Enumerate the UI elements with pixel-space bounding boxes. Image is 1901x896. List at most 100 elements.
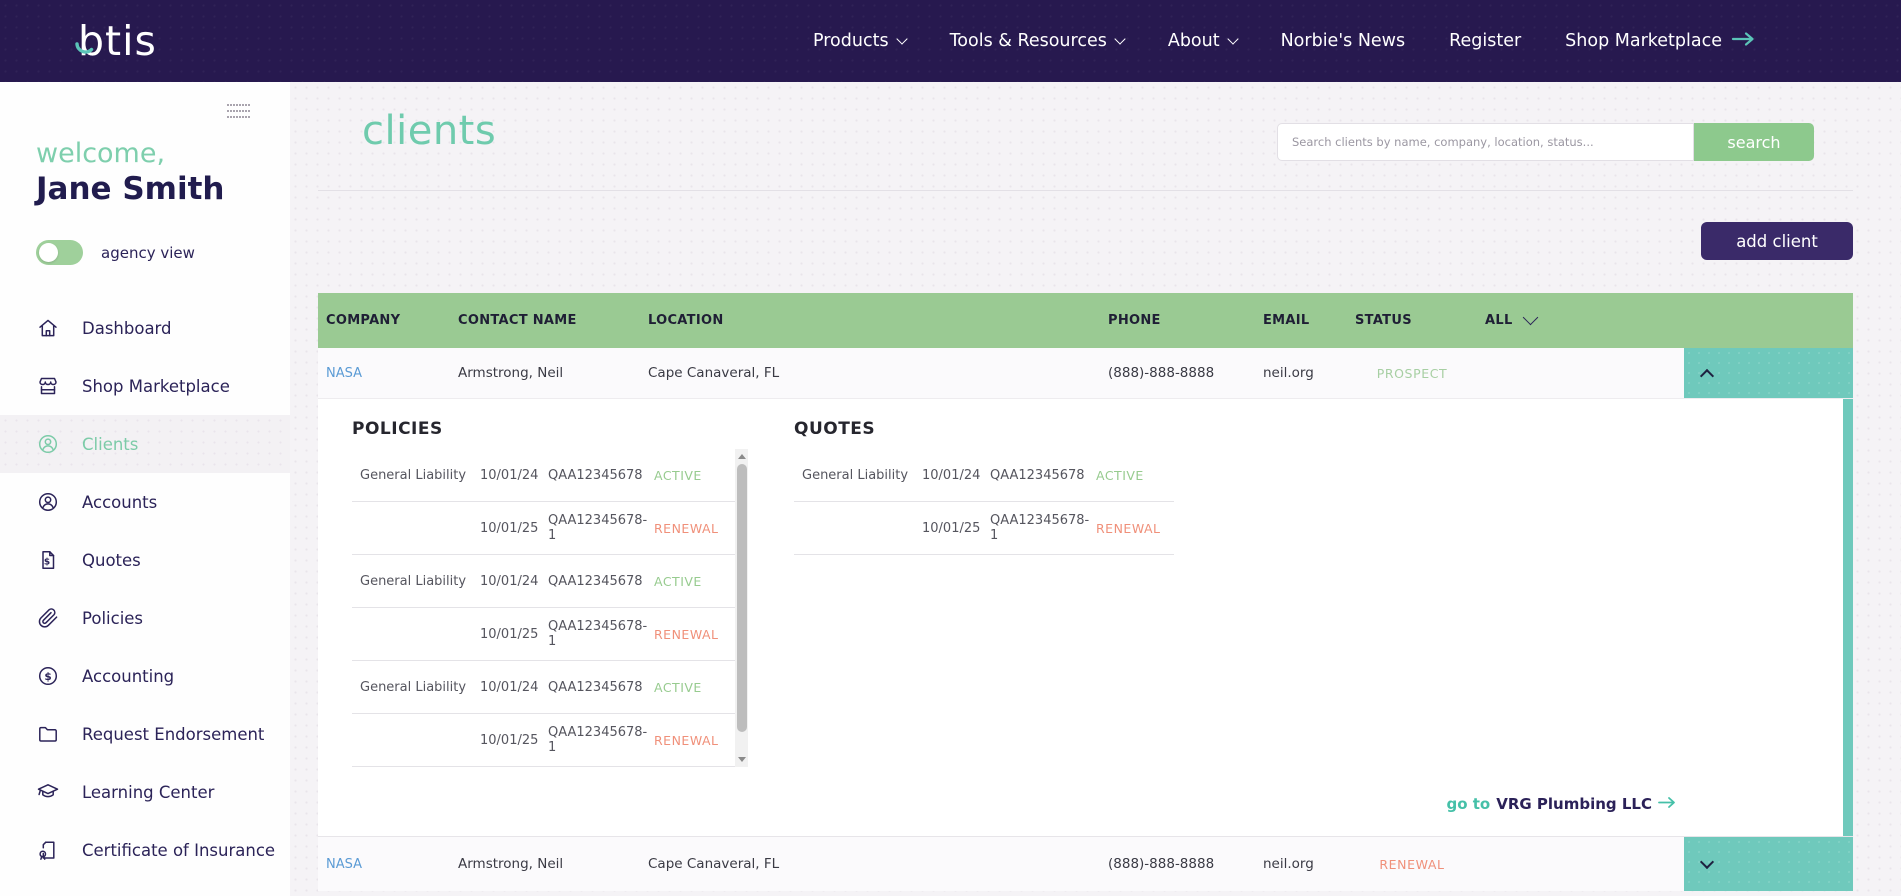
sidebar-item-certificate-of-insurance[interactable]: Certificate of Insurance [0, 821, 290, 879]
scroll-down-arrow-icon[interactable] [737, 757, 746, 762]
policy-date: 10/01/24 [480, 679, 539, 695]
policy-type: General Liability [360, 679, 467, 695]
policy-list-item: 10/01/25 QAA12345678-1 RENEWAL [352, 502, 735, 555]
quotes-section-title: QUOTES [794, 419, 876, 439]
quote-list-item: 10/01/25 QAA12345678-1 RENEWAL [794, 502, 1174, 555]
policy-list-item: General Liability 10/01/24 QAA12345678 A… [352, 449, 735, 502]
scrollbar-thumb[interactable] [736, 464, 747, 732]
policy-list-item: General Liability 10/01/24 QAA12345678 A… [352, 661, 735, 714]
policy-number: QAA12345678-1 [548, 513, 648, 543]
nav-norbies-news-label: Norbie's News [1280, 31, 1406, 51]
sidebar-menu: Dashboard Shop Marketplace Clients Accou… [0, 299, 290, 879]
sidebar: welcome, Jane Smith agency view Dashboar… [0, 82, 290, 896]
collapse-row-button[interactable] [1684, 348, 1853, 398]
folder-icon [39, 726, 57, 742]
status-filter-dropdown[interactable]: ALL [1477, 309, 1684, 328]
sidebar-item-label: Accounts [82, 492, 158, 512]
sidebar-item-shop-marketplace[interactable]: Shop Marketplace [0, 357, 290, 415]
location-cell: Cape Canaveral, FL [648, 365, 780, 381]
policy-status: ACTIVE [654, 573, 702, 589]
search-input[interactable] [1277, 123, 1694, 161]
table-row[interactable]: NASA Armstrong, Neil Cape Canaveral, FL … [318, 836, 1853, 891]
sidebar-item-request-endorsement[interactable]: Request Endorsement [0, 705, 290, 763]
user-name: Jane Smith [36, 171, 225, 208]
policy-number: QAA12345678 [548, 573, 643, 589]
sidebar-item-accounts[interactable]: Accounts [0, 473, 290, 531]
policy-number: QAA12345678-1 [548, 619, 648, 649]
paperclip-icon [38, 608, 58, 628]
nav-products[interactable]: Products [813, 31, 908, 51]
brand-logo[interactable]: btis [75, 20, 157, 62]
sidebar-item-learning-center[interactable]: Learning Center [0, 763, 290, 821]
policy-number: QAA12345678-1 [548, 725, 648, 755]
table-row[interactable]: NASA Armstrong, Neil Cape Canaveral, FL … [318, 348, 1853, 398]
go-to-prefix: go to [1446, 795, 1491, 813]
policy-status: RENEWAL [654, 626, 719, 642]
phone-cell: (888)-888-8888 [1108, 365, 1215, 381]
policies-scrollbar[interactable] [735, 449, 748, 767]
policy-status: ACTIVE [654, 467, 702, 483]
contact-name-cell: Armstrong, Neil [458, 856, 564, 872]
policy-date: 10/01/24 [480, 573, 539, 589]
policy-date: 10/01/25 [480, 520, 539, 536]
sidebar-item-dashboard[interactable]: Dashboard [0, 299, 290, 357]
status-badge: PROSPECT [1376, 365, 1448, 381]
home-icon [39, 319, 57, 337]
main-content: clients search add client COMPANY CONTAC… [290, 82, 1901, 896]
chevron-down-icon [895, 33, 908, 45]
column-header-company: COMPANY [326, 313, 401, 328]
scroll-up-arrow-icon[interactable] [737, 454, 746, 459]
chevron-down-icon [1699, 854, 1715, 869]
policy-list-item: 10/01/25 QAA12345678-1 RENEWAL [352, 714, 735, 767]
dollar-circle-icon: $ [38, 666, 58, 686]
certificate-icon [39, 841, 55, 860]
page-title: clients [362, 108, 497, 154]
policy-type: General Liability [360, 573, 467, 589]
quote-status: ACTIVE [1096, 467, 1144, 483]
sidebar-item-label: Request Endorsement [82, 724, 265, 744]
agency-view-toggle[interactable] [36, 240, 83, 265]
nav-products-label: Products [813, 31, 889, 51]
welcome-block: welcome, Jane Smith [36, 138, 224, 209]
column-header-status: STATUS [1355, 313, 1412, 328]
person-circle-icon [38, 492, 58, 512]
chevron-down-icon [1522, 309, 1538, 326]
person-circle-icon [38, 434, 58, 454]
email-cell: neil.org [1263, 856, 1314, 872]
chevron-down-icon [1226, 33, 1239, 45]
company-link[interactable]: NASA [326, 857, 362, 872]
nav-shop-marketplace[interactable]: Shop Marketplace [1565, 31, 1755, 52]
add-client-button[interactable]: add client [1701, 222, 1853, 260]
nav-about[interactable]: About [1168, 31, 1239, 51]
detail-panel-edge-bar [1843, 399, 1853, 836]
status-badge: RENEWAL [1379, 856, 1445, 872]
search-button[interactable]: search [1694, 123, 1814, 161]
hamburger-menu-icon[interactable] [227, 100, 250, 122]
sidebar-item-label: Shop Marketplace [82, 376, 230, 396]
policy-date: 10/01/25 [480, 626, 539, 642]
quote-status: RENEWAL [1096, 520, 1161, 536]
sidebar-item-accounting[interactable]: $ Accounting [0, 647, 290, 705]
column-header-phone: PHONE [1108, 313, 1161, 328]
sidebar-item-clients[interactable]: Clients [0, 415, 290, 473]
sidebar-item-quotes[interactable]: $ Quotes [0, 531, 290, 589]
document-dollar-icon: $ [42, 551, 55, 569]
sidebar-item-policies[interactable]: Policies [0, 589, 290, 647]
phone-cell: (888)-888-8888 [1108, 856, 1215, 872]
nav-tools-resources[interactable]: Tools & Resources [950, 31, 1126, 51]
quote-date: 10/01/25 [922, 520, 981, 536]
policy-number: QAA12345678 [548, 467, 643, 483]
nav-register[interactable]: Register [1449, 31, 1521, 51]
expand-row-button[interactable] [1684, 837, 1853, 891]
policy-list-item: 10/01/25 QAA12345678-1 RENEWAL [352, 608, 735, 661]
quote-type: General Liability [802, 467, 909, 483]
sidebar-item-label: Learning Center [82, 782, 215, 802]
nav-norbies-news[interactable]: Norbie's News [1281, 31, 1406, 51]
policy-date: 10/01/25 [480, 732, 539, 748]
go-to-client-link[interactable]: go to VRG Plumbing LLC [1446, 795, 1676, 813]
arrow-right-icon [1731, 31, 1755, 52]
company-link[interactable]: NASA [326, 366, 362, 381]
quote-number: QAA12345678-1 [990, 513, 1090, 543]
policy-list-item: General Liability 10/01/24 QAA12345678 A… [352, 555, 735, 608]
agency-view-label: agency view [101, 243, 195, 262]
